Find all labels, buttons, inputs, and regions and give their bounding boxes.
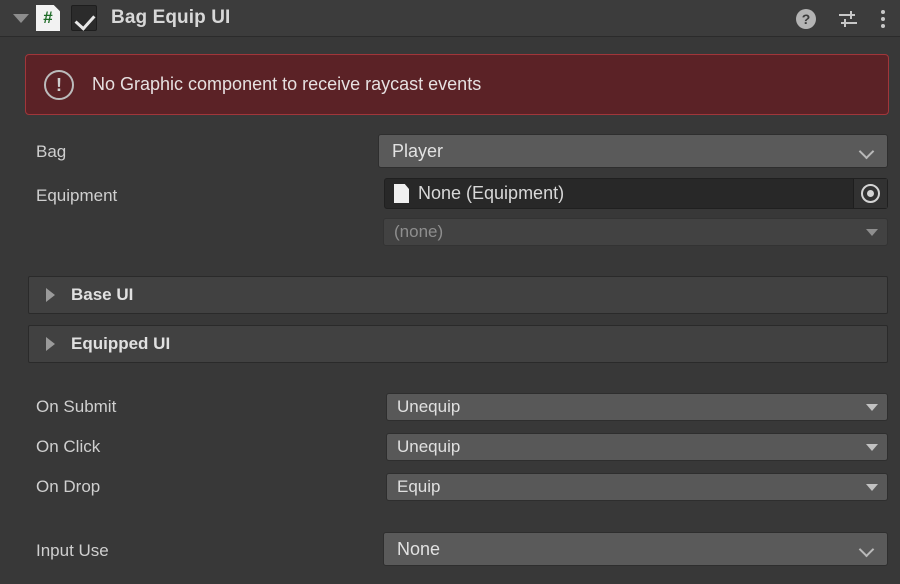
triangle-down-icon: [866, 443, 878, 451]
triangle-right-icon: [46, 337, 55, 351]
object-picker-dot: [867, 190, 874, 197]
error-message: No Graphic component to receive raycast …: [92, 74, 482, 94]
kebab-dot: [881, 9, 885, 14]
component-foldout-toggle[interactable]: [8, 13, 34, 23]
input-use-dropdown[interactable]: None: [383, 532, 888, 566]
on-submit-label: On Submit: [36, 397, 117, 416]
on-click-label: On Click: [36, 437, 101, 456]
kebab-dot: [881, 16, 885, 21]
equipment-subtype-field: (none): [383, 218, 888, 246]
on-submit-field: Unequip: [386, 393, 888, 421]
row-on-click: On Click: [36, 435, 100, 459]
row-on-submit: On Submit: [36, 395, 116, 419]
script-hash-glyph: #: [43, 8, 53, 27]
on-submit-dropdown[interactable]: Unequip: [386, 393, 888, 421]
triangle-down-icon: [13, 13, 29, 23]
row-on-drop: On Drop: [36, 475, 100, 499]
foldout-equipped-ui-label: Equipped UI: [71, 334, 171, 353]
on-click-dropdown[interactable]: Unequip: [386, 433, 888, 461]
header-icon-group: ?: [796, 0, 886, 37]
row-equipment: Equipment: [36, 182, 117, 210]
csharp-script-icon: #: [36, 5, 60, 31]
input-use-field: None: [383, 532, 888, 566]
row-input-use: Input Use: [36, 538, 109, 564]
on-click-value: Unequip: [397, 437, 461, 456]
bag-label: Bag: [36, 142, 67, 161]
on-submit-value: Unequip: [397, 397, 461, 416]
equipment-object-field[interactable]: None (Equipment): [384, 178, 888, 209]
inspector-panel: # Bag Equip UI ? ! No Graphic component …: [0, 0, 900, 584]
on-drop-dropdown[interactable]: Equip: [386, 473, 888, 501]
triangle-down-icon: [866, 403, 878, 411]
foldout-base-ui[interactable]: Base UI: [28, 276, 888, 314]
on-click-field: Unequip: [386, 433, 888, 461]
bag-dropdown[interactable]: Player: [378, 134, 888, 168]
error-banner: ! No Graphic component to receive raycas…: [25, 54, 889, 115]
document-icon: [394, 184, 409, 203]
error-exclamation-icon: !: [44, 69, 74, 100]
triangle-down-icon: [866, 228, 878, 236]
preset-sliders-icon[interactable]: [837, 9, 859, 29]
equipment-object-value: None (Equipment): [418, 183, 565, 203]
equipment-field: None (Equipment): [384, 178, 888, 209]
object-picker-button[interactable]: [853, 179, 887, 208]
input-use-value: None: [397, 538, 441, 559]
triangle-right-icon: [46, 288, 55, 302]
kebab-dot: [881, 23, 885, 28]
kebab-menu-icon[interactable]: [880, 9, 886, 29]
bag-field: Player: [378, 134, 888, 168]
input-use-label: Input Use: [36, 541, 109, 560]
component-enabled-checkbox[interactable]: [71, 5, 97, 31]
chevron-down-icon: [859, 144, 874, 159]
equipment-label: Equipment: [36, 186, 118, 205]
help-icon[interactable]: ?: [796, 8, 816, 29]
component-title: Bag Equip UI: [111, 7, 231, 28]
on-drop-label: On Drop: [36, 477, 101, 496]
foldout-equipped-ui[interactable]: Equipped UI: [28, 325, 888, 363]
object-picker-icon: [861, 184, 880, 203]
on-drop-value: Equip: [397, 477, 441, 496]
bag-dropdown-value: Player: [392, 140, 444, 161]
equipment-subtype-value: (none): [394, 222, 444, 241]
triangle-down-icon: [866, 483, 878, 491]
equipment-subtype-dropdown[interactable]: (none): [383, 218, 888, 246]
on-drop-field: Equip: [386, 473, 888, 501]
component-header[interactable]: # Bag Equip UI ?: [0, 0, 900, 37]
row-bag: Bag: [36, 136, 66, 168]
chevron-down-icon: [859, 542, 874, 557]
foldout-base-ui-label: Base UI: [71, 285, 134, 304]
